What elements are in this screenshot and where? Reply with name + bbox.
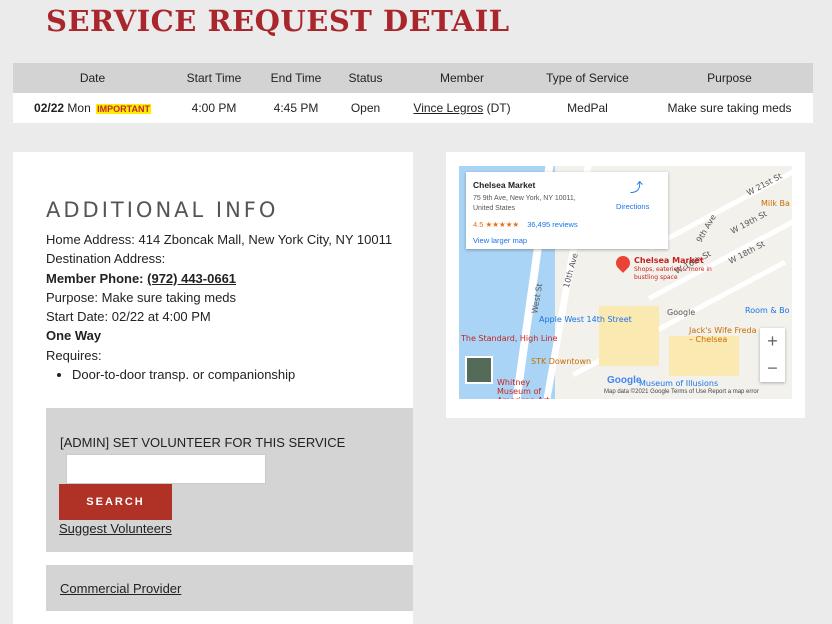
map-panel: West St 10th Ave 9th Ave W 16th St W 18t… — [446, 152, 805, 418]
star-rating-icon: ★★★★★ — [485, 220, 520, 229]
header-purpose: Purpose — [646, 63, 813, 93]
member-link[interactable]: Vince Legros — [413, 101, 483, 115]
poi-chelsea-market: Chelsea Market — [634, 256, 704, 265]
header-start-time: Start Time — [172, 63, 256, 93]
list-item: Door-to-door transp. or companionship — [72, 365, 392, 384]
cell-service-type: MedPal — [529, 93, 646, 123]
cell-start-time: 4:00 PM — [172, 93, 256, 123]
poi-stk-downtown: STK Downtown — [531, 357, 592, 366]
zoom-in-button[interactable]: + — [760, 328, 785, 355]
poi-milk-bar: Milk Ba — [761, 199, 790, 208]
date-day: 02/22 — [34, 101, 65, 115]
home-address: Home Address: 414 Zboncak Mall, New York… — [46, 232, 393, 247]
map-label-w21: W 21st St — [745, 171, 784, 198]
cell-status: Open — [336, 93, 395, 123]
poi-museum-of-illusions: Museum of Illusions — [639, 379, 719, 388]
place-reviews-link[interactable]: 36,495 reviews — [527, 220, 577, 229]
requires-list: Door-to-door transp. or companionship — [72, 365, 392, 384]
embedded-map[interactable]: West St 10th Ave 9th Ave W 16th St W 18t… — [459, 166, 792, 399]
poi-whitney-museum: Whitney Museum of American Art — [497, 378, 550, 399]
map-label-9th-ave: 9th Ave — [694, 213, 718, 244]
poi-chelsea-market-desc: Shops, eateries & more in bustling space — [634, 266, 712, 281]
trip-type: One Way — [46, 328, 102, 344]
header-date: Date — [13, 63, 172, 93]
purpose: Purpose: Make sure taking meds — [46, 289, 237, 305]
commercial-provider-box: Commercial Provider — [46, 565, 413, 611]
map-label-w19: W 19th St — [729, 209, 769, 236]
view-larger-map-link[interactable]: View larger map — [473, 236, 527, 245]
page-title: SERVICE REQUEST DETAIL — [46, 4, 510, 38]
poi-jacks-wife-freda: Jack's Wife Freda – Chelsea — [689, 326, 757, 344]
service-request-table: Date Start Time End Time Status Member T… — [13, 63, 813, 123]
header-type-of-service: Type of Service — [529, 63, 646, 93]
member-suffix: (DT) — [486, 101, 511, 115]
cell-member: Vince Legros (DT) — [395, 93, 529, 123]
suggest-volunteers-link[interactable]: Suggest Volunteers — [59, 521, 172, 536]
zoom-out-button[interactable]: − — [760, 355, 785, 382]
map-label-10th-ave: 10th Ave — [561, 252, 580, 289]
poi-google: Google — [667, 308, 696, 317]
member-phone-row: Member Phone: (972) 443-0661 — [46, 269, 392, 288]
map-footer: Map data ©2021 Google Terms of Use Repor… — [604, 389, 759, 395]
member-phone-label: Member Phone: — [46, 270, 144, 286]
cell-end-time: 4:45 PM — [256, 93, 336, 123]
place-address: 75 9th Ave, New York, NY 10011, United S… — [473, 195, 576, 212]
place-rating-row: 4.5 ★★★★★ 36,495 reviews — [473, 220, 578, 229]
table-row: 02/22 Mon IMPORTANT 4:00 PM 4:45 PM Open… — [13, 93, 813, 123]
requires-label: Requires: — [46, 347, 102, 363]
poi-room-board: Room & Bo — [745, 306, 790, 315]
poi-apple: Apple West 14th Street — [539, 315, 632, 324]
place-info-card: Chelsea Market 75 9th Ave, New York, NY … — [466, 172, 668, 249]
admin-volunteer-box: [ADMIN] SET VOLUNTEER FOR THIS SERVICE S… — [46, 408, 413, 552]
important-badge: IMPORTANT — [96, 104, 151, 114]
location-pin-icon — [613, 253, 633, 273]
table-header-row: Date Start Time End Time Status Member T… — [13, 63, 813, 93]
poi-standard-high-line: The Standard, High Line — [461, 334, 558, 343]
date-weekday: Mon — [67, 101, 91, 115]
zoom-controls: + − — [760, 328, 785, 382]
additional-info-panel: ADDITIONAL INFO Home Address: 414 Zbonca… — [13, 152, 413, 624]
destination-address: Destination Address: — [46, 251, 166, 267]
header-member: Member — [395, 63, 529, 93]
additional-info-title: ADDITIONAL INFO — [46, 198, 279, 222]
cell-date: 02/22 Mon IMPORTANT — [13, 93, 172, 123]
google-logo: Google — [607, 375, 642, 386]
commercial-provider-link[interactable]: Commercial Provider — [60, 581, 181, 596]
start-date: Start Date: 02/22 at 4:00 PM — [46, 309, 211, 325]
directions-icon[interactable]: ⤴ — [630, 181, 644, 195]
search-button[interactable]: SEARCH — [59, 484, 172, 520]
admin-title: [ADMIN] SET VOLUNTEER FOR THIS SERVICE — [60, 435, 346, 450]
member-phone-link[interactable]: (972) 443-0661 — [147, 271, 236, 286]
directions-link[interactable]: Directions — [616, 202, 649, 211]
place-name: Chelsea Market — [473, 180, 536, 190]
place-rating: 4.5 — [473, 220, 484, 229]
header-end-time: End Time — [256, 63, 336, 93]
additional-info-body: Home Address: 414 Zboncak Mall, New York… — [46, 230, 392, 384]
volunteer-search-input[interactable] — [66, 454, 266, 484]
header-status: Status — [336, 63, 395, 93]
cell-purpose: Make sure taking meds — [646, 93, 813, 123]
street-view-thumbnail[interactable] — [465, 356, 493, 384]
